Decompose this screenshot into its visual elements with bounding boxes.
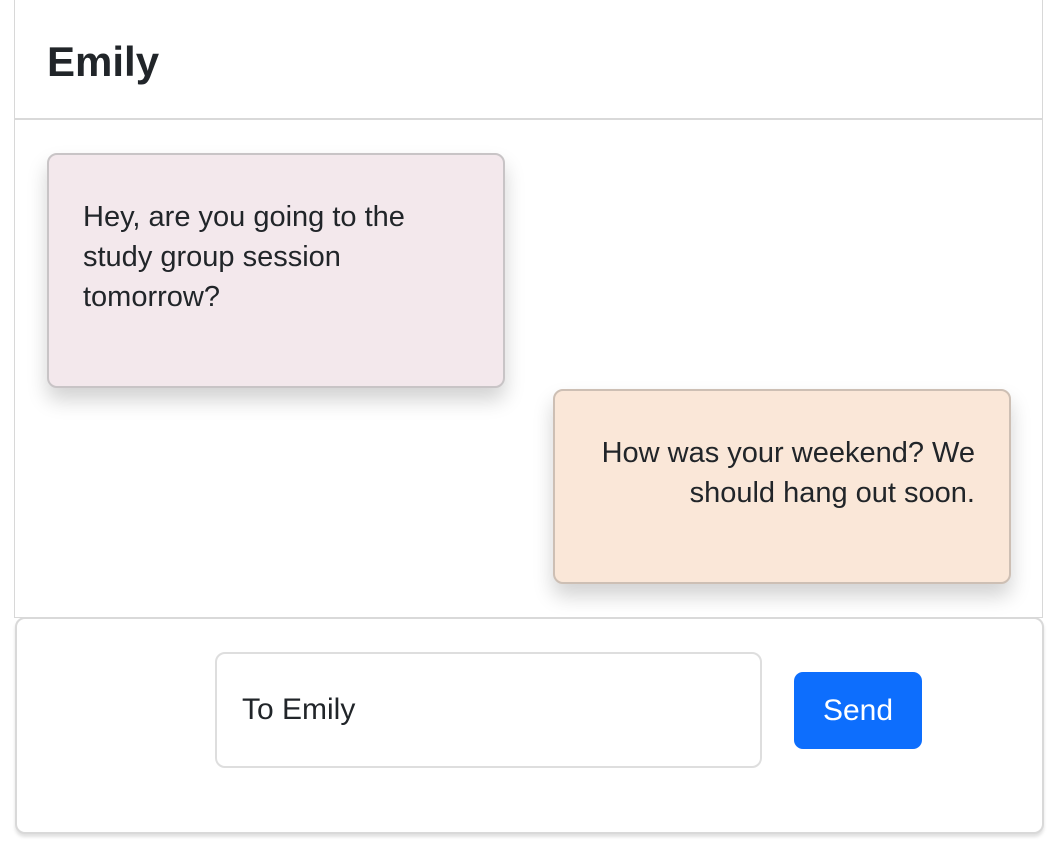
outgoing-message-text: How was your weekend? We should hang out… bbox=[601, 437, 975, 509]
send-button[interactable]: Send bbox=[794, 672, 922, 749]
message-input[interactable] bbox=[215, 652, 762, 768]
incoming-message-text: Hey, are you going to the study group se… bbox=[83, 201, 405, 313]
chat-header: Emily bbox=[15, 0, 1042, 120]
contact-name-title: Emily bbox=[47, 38, 160, 85]
incoming-message-bubble: Hey, are you going to the study group se… bbox=[47, 153, 505, 388]
outgoing-message-bubble: How was your weekend? We should hang out… bbox=[553, 389, 1011, 584]
message-composer: Send bbox=[15, 617, 1044, 834]
